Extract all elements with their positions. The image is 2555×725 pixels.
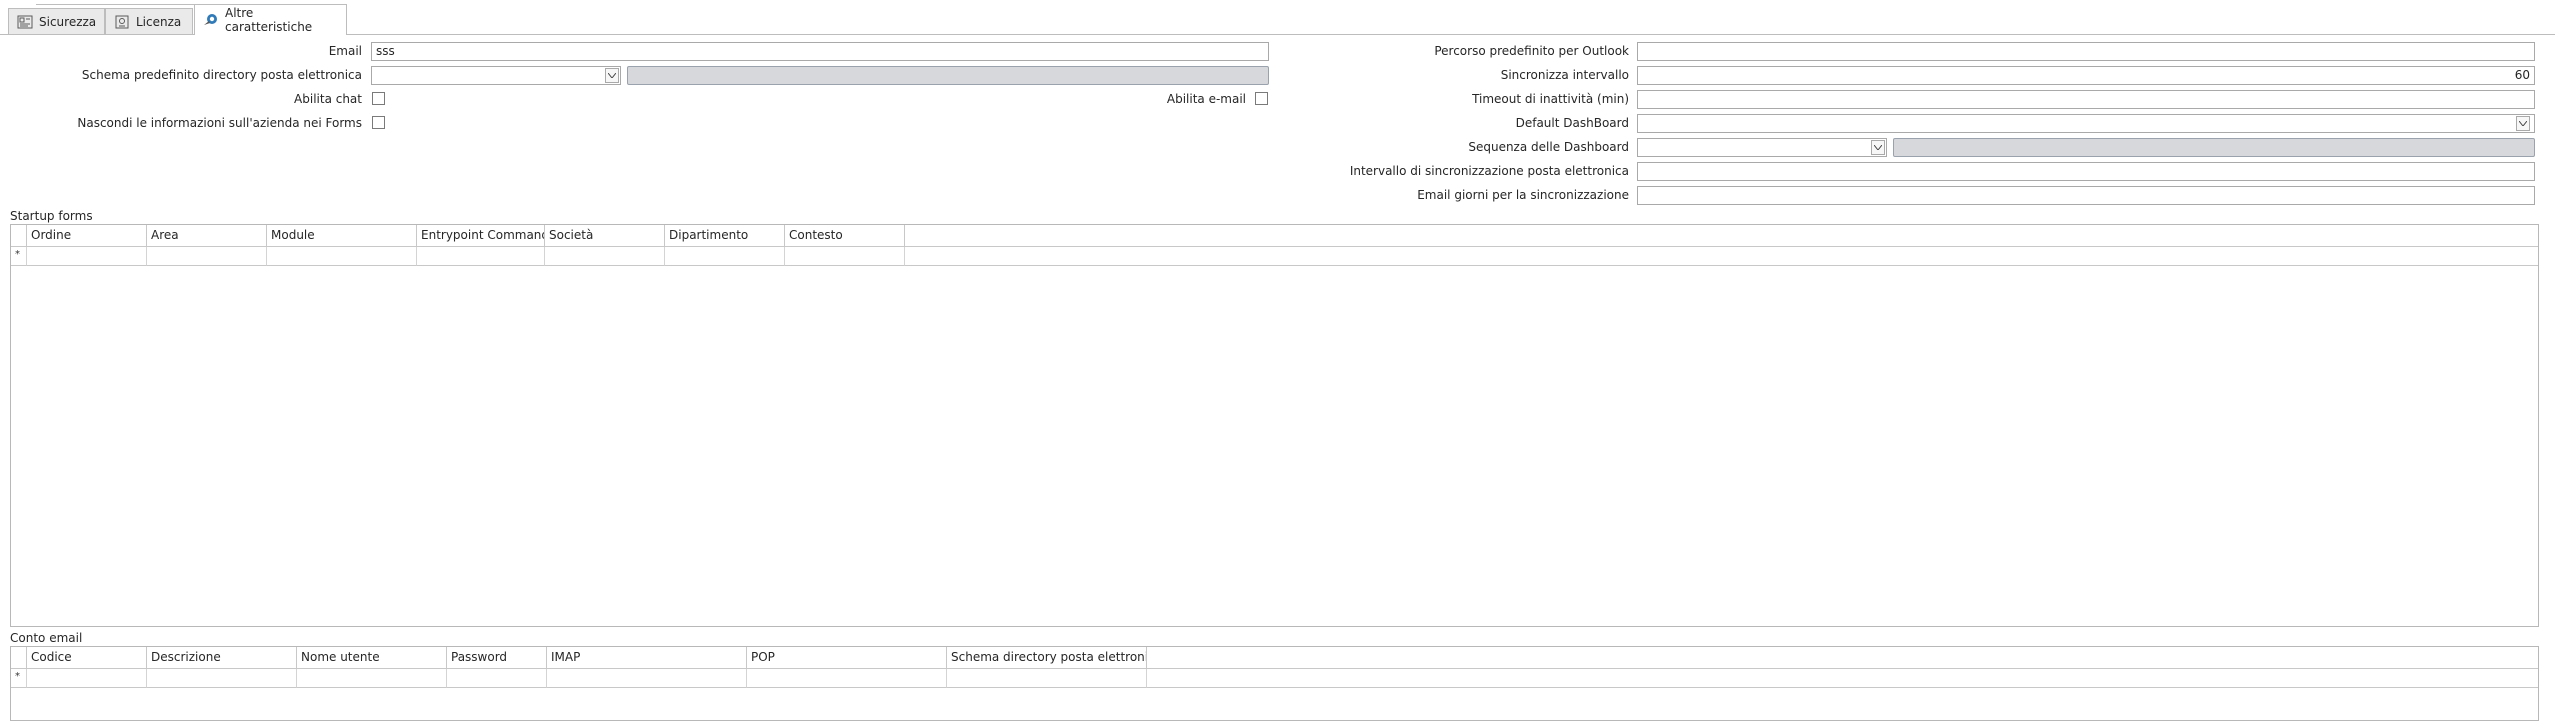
column-header-nome-utente[interactable]: Nome utente [297,647,447,669]
column-header-area[interactable]: Area [147,225,267,247]
abilita-chat-checkbox[interactable] [372,92,385,105]
new-row-cell[interactable] [267,247,417,266]
timeout-label: Timeout di inattività (min) [1472,92,1629,106]
new-row-selector[interactable]: * [11,247,27,266]
email-field[interactable]: sss [371,42,1269,61]
security-icon [17,15,33,29]
default-dashboard-combo[interactable] [1637,114,2535,133]
column-header-dipartimento[interactable]: Dipartimento [665,225,785,247]
column-header-imap[interactable]: IMAP [547,647,747,669]
new-row-cell[interactable] [417,247,545,266]
mail-sync-interval-field[interactable] [1637,162,2535,181]
chevron-down-icon[interactable] [2516,116,2530,131]
new-row-cell[interactable] [547,669,747,688]
row-selector-header [11,647,27,669]
row-selector-header [11,225,27,247]
dashboard-seq-description-field [1893,138,2535,157]
column-header-codice[interactable]: Codice [27,647,147,669]
schema-description-field [627,66,1269,85]
column-header-descrizione[interactable]: Descrizione [147,647,297,669]
outlook-path-field[interactable] [1637,42,2535,61]
mail-sync-interval-label: Intervallo di sincronizzazione posta ele… [1349,164,1629,178]
new-row-cell[interactable] [747,669,947,688]
new-row-cell[interactable] [27,247,147,266]
column-header-password[interactable]: Password [447,647,547,669]
license-icon [114,15,130,29]
new-row-cell[interactable] [785,247,905,266]
abilita-chat-label: Abilita chat [294,92,362,106]
outlook-label: Percorso predefinito per Outlook [1434,44,1629,58]
tab-strip-leftover [36,0,194,5]
nascondi-checkbox[interactable] [372,116,385,129]
tab-label: Sicurezza [39,14,97,29]
startup-forms-title: Startup forms [10,209,93,223]
mail-days-label: Email giorni per la sincronizzazione [1417,188,1629,202]
new-row-cell[interactable] [947,669,1147,688]
column-header-contesto[interactable]: Contesto [785,225,905,247]
tab-licenza[interactable]: Licenza [105,8,193,34]
new-row-cell[interactable] [665,247,785,266]
new-row-cell[interactable] [147,247,267,266]
new-row-filler [905,247,2538,266]
features-icon [203,13,219,27]
startup-forms-grid[interactable]: Ordine Area Module Entrypoint Commands S… [10,224,2539,627]
new-row-cell[interactable] [297,669,447,688]
column-header-entrypoint[interactable]: Entrypoint Commands [417,225,545,247]
tab-sicurezza[interactable]: Sicurezza [8,8,105,34]
conto-email-title: Conto email [10,631,83,645]
chevron-down-icon[interactable] [605,68,619,83]
timeout-field[interactable] [1637,90,2535,109]
abilita-email-label: Abilita e-mail [1166,92,1246,106]
column-header-filler [1147,647,2538,669]
schema-combo[interactable] [371,66,621,85]
tab-label: Licenza [136,14,182,29]
new-row-cell[interactable] [27,669,147,688]
column-header-schema[interactable]: Schema directory posta elettronica [947,647,1147,669]
nascondi-label: Nascondi le informazioni sull'azienda ne… [77,116,362,130]
sync-interval-label: Sincronizza intervallo [1500,68,1629,82]
conto-email-grid[interactable]: Codice Descrizione Nome utente Password … [10,646,2539,721]
new-row-cell[interactable] [545,247,665,266]
dashboard-seq-combo[interactable] [1637,138,1887,157]
mail-days-field[interactable] [1637,186,2535,205]
new-row-marker: * [15,671,20,682]
tabstrip-border [0,34,2555,35]
schema-label: Schema predefinito directory posta elett… [81,68,362,82]
tab-label: Altre caratteristiche [225,6,313,34]
default-dashboard-label: Default DashBoard [1515,116,1629,130]
tab-altre-caratteristiche[interactable]: Altre caratteristiche [194,4,347,35]
column-header-ordine[interactable]: Ordine [27,225,147,247]
abilita-email-checkbox[interactable] [1255,92,1268,105]
email-label: Email [328,44,362,58]
column-header-societa[interactable]: Società [545,225,665,247]
chevron-down-icon[interactable] [1871,140,1885,155]
column-header-module[interactable]: Module [267,225,417,247]
dashboard-seq-label: Sequenza delle Dashboard [1468,140,1629,154]
new-row-cell[interactable] [147,669,297,688]
column-header-pop[interactable]: POP [747,647,947,669]
new-row-cell[interactable] [447,669,547,688]
new-row-marker: * [15,249,20,260]
sync-interval-field[interactable]: 60 [1637,66,2535,85]
column-header-filler [905,225,2538,247]
new-row-selector[interactable]: * [11,669,27,688]
new-row-filler [1147,669,2538,688]
